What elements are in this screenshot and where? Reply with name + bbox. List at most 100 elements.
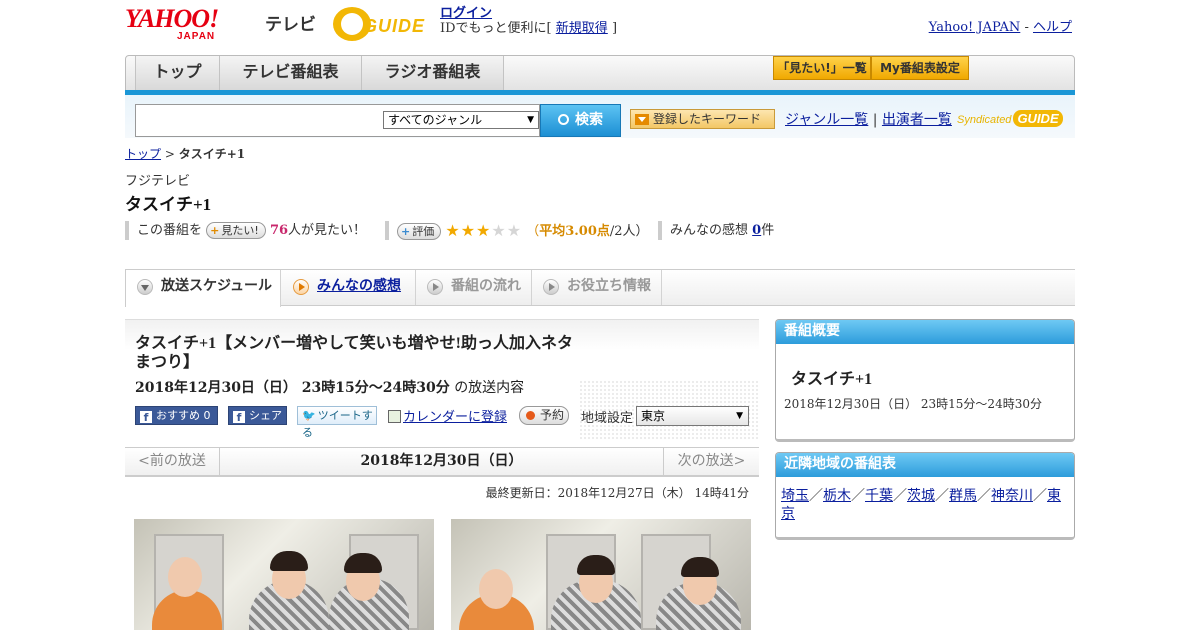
want-count: 76 [269,223,289,238]
star-icon: ★ [476,221,492,240]
tab-impressions[interactable]: みんなの感想 [282,270,416,305]
breadcrumb: トップ > タスイチ+1 [125,145,245,162]
episode-datetime: 2018年12月30日（日） 23時15分～24時30分 の放送内容 [135,377,524,397]
breadcrumb-top-link[interactable]: トップ [125,147,161,161]
plus-icon: + [210,224,220,237]
header-link-separator: - [1024,20,1029,35]
syndicated-label: Syndicated [957,114,1012,126]
impressions-count-link[interactable]: 0 [752,223,761,238]
calendar-icon [388,410,401,423]
region-separator: ／ [935,488,949,504]
station-name: フジテレビ [125,174,191,189]
tab-broadcast-schedule[interactable]: 放送スケジュール [125,270,281,307]
facebook-share-button[interactable]: f シェア [228,406,287,425]
login-note-end: ] [611,21,618,36]
episode-photo-1[interactable] [134,519,434,630]
search-button-label: 検索 [575,112,603,128]
logo-text: YAHOO! [125,4,219,33]
yahoo-japan-logo[interactable]: YAHOO! JAPAN [125,6,260,44]
last-updated: 最終更新日：2018年12月27日（木） 14時41分 [485,486,749,500]
my-program-settings-button[interactable]: My番組表設定 [871,56,969,80]
nav-tab-tv-schedule[interactable]: テレビ番組表 [220,56,362,90]
tab-program-flow: 番組の流れ [416,270,532,305]
plus-icon: + [401,225,411,238]
tab-useful-info: お役立ち情報 [532,270,662,305]
page-title: タスイチ+1 [125,195,212,214]
star-icon: ★ [460,221,477,240]
photo-face [168,557,202,597]
search-links: ジャンル一覧 | 出演者一覧 [785,109,952,129]
genre-list-link[interactable]: ジャンル一覧 [785,112,868,128]
registered-keyword-button[interactable]: 登録したキーワード [630,109,775,129]
genre-select[interactable]: すべてのジャンル ▼ [383,111,539,129]
impressions-label: みんなの感想 [670,223,749,238]
episode-photo-2[interactable] [451,519,751,630]
content-tabs: 放送スケジュール みんなの感想 番組の流れ お役立ち情報 [125,269,1075,307]
star-icon: ★ [445,221,461,240]
rating-stat: + 評価 ★★★★★ （平均3.00点/2人） [385,221,649,240]
nearby-regions-list: 埼玉／栃木／千葉／茨城／群馬／神奈川／東京 [781,487,1071,523]
tweet-button[interactable]: 🐦 ツイートする [297,406,377,439]
tab-label: 番組の流れ [451,278,521,294]
register-link[interactable]: 新規取得 [556,21,608,36]
record-dot-icon [526,411,535,420]
region-link-tochigi[interactable]: 栃木 [823,488,851,504]
current-broadcast-date: 2018年12月30日（日） [360,453,523,469]
nav-tab-radio-schedule[interactable]: ラジオ番組表 [362,56,504,90]
site-header: YAHOO! JAPAN テレビ GUIDE ログイン IDでもっと便利に[ 新… [125,4,1075,50]
dropdown-arrow-icon: ▼ [736,411,743,421]
login-box: ログイン IDでもっと便利に[ 新規取得 ] [440,6,617,36]
breadcrumb-separator: > [164,147,175,161]
prev-broadcast-button[interactable]: <前の放送 [125,448,220,475]
summary-title: タスイチ+1 [791,371,873,388]
login-note: IDでもっと便利に[ [440,21,552,36]
episode-title: タスイチ+1【メンバー増やして笑いも増やせ!助っ人加入ネタまつり】 [135,335,573,371]
episode-panel: タスイチ+1【メンバー増やして笑いも増やせ!助っ人加入ネタまつり】 2018年1… [125,319,759,447]
reserve-button[interactable]: 予約 [519,406,569,425]
genre-select-value: すべてのジャンル [388,113,483,127]
performers-list-link[interactable]: 出演者一覧 [882,112,952,128]
play-arrow-icon [293,279,309,295]
want-to-watch-button[interactable]: + 見たい! [206,222,266,239]
chevron-down-icon [137,279,153,295]
nearby-regions-box: 近隣地域の番組表 埼玉／栃木／千葉／茨城／群馬／神奈川／東京 [775,452,1075,540]
play-arrow-icon [543,279,559,295]
region-link-gunma[interactable]: 群馬 [949,488,977,504]
region-label: 地域設定 [581,411,634,426]
rating-stars: ★★★★★ [445,221,522,240]
chevron-down-icon [635,114,649,125]
dropdown-arrow-icon: ▼ [527,115,534,125]
impressions-stat: みんなの感想 0件 [658,221,774,240]
nav-tab-top[interactable]: トップ [135,56,220,90]
rating-average: 平均3.00点 [539,224,610,239]
want-to-watch-stat: この番組を + 見たい! 76人が見たい！ [125,221,366,240]
search-icon [558,114,569,125]
episode-datetime-suffix: の放送内容 [454,380,525,396]
region-separator: ／ [809,488,823,504]
region-separator: ／ [893,488,907,504]
region-link-ibaraki[interactable]: 茨城 [907,488,935,504]
syndicated-gguide-badge: Syndicated GUIDE [957,110,1063,127]
search-button[interactable]: 検索 [540,104,621,137]
region-separator: ／ [851,488,865,504]
help-link[interactable]: ヘルプ [1033,20,1072,35]
facebook-recommend-label: おすすめ 0 [156,409,211,422]
rate-button[interactable]: + 評価 [397,223,442,240]
login-link[interactable]: ログイン [440,6,492,21]
episode-datetime-value: 2018年12月30日（日） 23時15分～24時30分 [135,380,450,396]
rate-button-label: 評価 [412,225,435,238]
gguide-logo-text: GUIDE [363,16,426,36]
region-link-chiba[interactable]: 千葉 [865,488,893,504]
star-empty-icon: ★ [491,221,507,240]
region-link-kanagawa[interactable]: 神奈川 [991,488,1033,504]
next-broadcast-button[interactable]: 次の放送> [663,448,759,475]
tab-label: お役立ち情報 [567,278,651,294]
facebook-recommend-button[interactable]: f おすすめ 0 [135,406,218,425]
yahoo-japan-link[interactable]: Yahoo! JAPAN [929,20,1021,35]
calendar-register-link[interactable]: カレンダーに登録 [388,406,507,425]
mitai-list-button[interactable]: 「見たい!」一覧 [773,56,871,80]
region-select[interactable]: 東京 ▼ [636,406,749,426]
star-empty-icon: ★ [506,221,523,240]
breadcrumb-current: タスイチ+1 [178,147,246,161]
region-link-saitama[interactable]: 埼玉 [781,488,809,504]
